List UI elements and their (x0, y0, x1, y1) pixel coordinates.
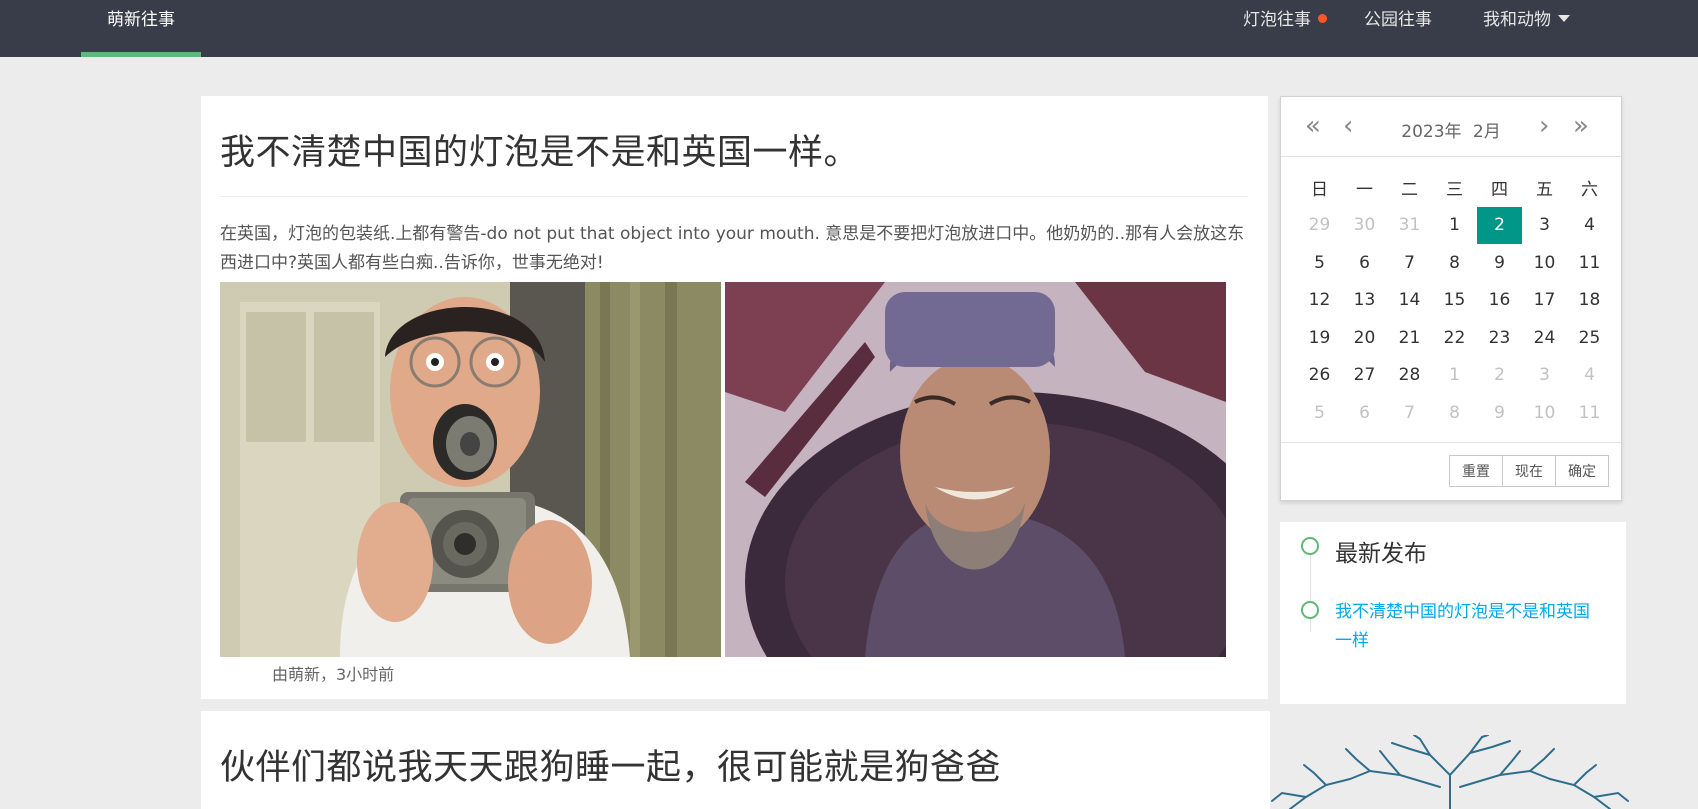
calendar-day[interactable]: 15 (1432, 282, 1477, 319)
nav-item-label: 灯泡往事 (1243, 10, 1311, 30)
calendar-day[interactable]: 28 (1387, 357, 1432, 394)
weekday-label: 日 (1311, 180, 1328, 200)
calendar-day[interactable]: 12 (1297, 282, 1342, 319)
calendar-week-row: 19 20 21 22 23 24 25 (1297, 319, 1612, 357)
nav-brand[interactable]: 萌新往事 (81, 0, 201, 57)
calendar-day[interactable]: 17 (1522, 282, 1567, 319)
post-body: 在英国，灯泡的包装纸.上都有警告-do not put that object … (220, 224, 1245, 273)
calendar-week-row: 29 30 31 1 2 3 4 (1297, 206, 1612, 245)
calendar-day[interactable]: 8 (1432, 244, 1477, 281)
top-nav: 萌新往事 灯泡往事 公园往事 我和动物 (0, 0, 1698, 57)
nav-item-label: 我和动物 (1483, 10, 1551, 30)
calendar-day[interactable]: 10 (1522, 244, 1567, 281)
calendar-day[interactable]: 23 (1477, 319, 1522, 356)
weekday-header-row: 日 一 二 三 四 五 六 (1297, 169, 1612, 207)
reset-button[interactable]: 重置 (1449, 455, 1503, 487)
calendar-day[interactable]: 5 (1297, 394, 1342, 431)
timeline-line (1310, 552, 1311, 632)
weekday-label: 四 (1491, 180, 1508, 200)
nav-item-me-and-animals[interactable]: 我和动物 (1483, 0, 1570, 40)
post-card: 我不清楚中国的灯泡是不是和英国一样。 在英国，灯泡的包装纸.上都有警告-do n… (201, 96, 1268, 699)
post-photo-man-with-camera (220, 282, 721, 657)
latest-post-link[interactable]: 我不清楚中国的灯泡是不是和英国一样 (1335, 598, 1605, 656)
next-year-icon[interactable]: » (1573, 111, 1589, 141)
calendar-day[interactable]: 11 (1567, 244, 1612, 281)
calendar-day[interactable]: 4 (1567, 207, 1612, 244)
calendar-day[interactable]: 1 (1432, 357, 1477, 394)
post-title[interactable]: 我不清楚中国的灯泡是不是和英国一样。 (220, 124, 859, 175)
timeline-circle-icon (1301, 601, 1319, 619)
date-picker-footer: 重置 现在 确定 (1281, 442, 1621, 501)
post-meta: 由萌新，3小时前 (272, 665, 395, 684)
date-picker: « ‹ 2023年 2月 › » 日 一 二 三 四 五 六 29 30 31 … (1280, 96, 1622, 501)
month-select[interactable]: 2月 (1473, 122, 1501, 142)
calendar-day[interactable]: 18 (1567, 282, 1612, 319)
calendar-day[interactable]: 11 (1567, 394, 1612, 431)
post-card: 伙伴们都说我天天跟狗睡一起，很可能就是狗爸爸 (201, 711, 1270, 809)
now-button[interactable]: 现在 (1502, 455, 1556, 487)
date-picker-header: « ‹ 2023年 2月 › » (1281, 97, 1621, 157)
latest-posts-title: 最新发布 (1335, 541, 1427, 567)
calendar-day[interactable]: 19 (1297, 319, 1342, 356)
calendar-day[interactable]: 14 (1387, 282, 1432, 319)
caret-down-icon (1558, 14, 1570, 22)
calendar-day[interactable]: 27 (1342, 357, 1387, 394)
notification-dot-icon (1318, 13, 1327, 23)
tree-illustration (1270, 734, 1630, 809)
post-photo-laughing-man (725, 282, 1226, 657)
calendar-day[interactable]: 22 (1432, 319, 1477, 356)
weekday-label: 二 (1401, 180, 1418, 200)
calendar-day[interactable]: 4 (1567, 357, 1612, 394)
calendar-day[interactable]: 7 (1387, 244, 1432, 281)
calendar-day[interactable]: 10 (1522, 394, 1567, 431)
weekday-label: 三 (1446, 180, 1463, 200)
calendar-day[interactable]: 7 (1387, 394, 1432, 431)
calendar-day[interactable]: 31 (1387, 207, 1432, 244)
weekday-label: 一 (1356, 180, 1373, 200)
year-month-label: 2023年 2月 (1281, 117, 1621, 142)
calendar-day[interactable]: 9 (1477, 244, 1522, 281)
post-title[interactable]: 伙伴们都说我天天跟狗睡一起，很可能就是狗爸爸 (220, 739, 1001, 790)
calendar-day[interactable]: 6 (1342, 394, 1387, 431)
weekday-label: 五 (1536, 180, 1553, 200)
nav-item-bulb-stories[interactable]: 灯泡往事 (1243, 0, 1327, 40)
confirm-button[interactable]: 确定 (1555, 455, 1609, 487)
weekday-label: 六 (1581, 180, 1598, 200)
calendar-day[interactable]: 6 (1342, 244, 1387, 281)
calendar-week-row: 12 13 14 15 16 17 18 (1297, 282, 1612, 320)
calendar-day[interactable]: 24 (1522, 319, 1567, 356)
calendar-grid: 日 一 二 三 四 五 六 29 30 31 1 2 3 4 5 6 7 8 9… (1297, 169, 1612, 432)
latest-posts-panel: 最新发布 我不清楚中国的灯泡是不是和英国一样 (1280, 522, 1626, 704)
calendar-day[interactable]: 3 (1522, 357, 1567, 394)
nav-item-label: 公园往事 (1364, 10, 1432, 30)
calendar-day[interactable]: 2 (1477, 357, 1522, 394)
calendar-day[interactable]: 26 (1297, 357, 1342, 394)
calendar-day[interactable]: 16 (1477, 282, 1522, 319)
calendar-day[interactable]: 30 (1342, 207, 1387, 244)
calendar-day-selected[interactable]: 2 (1477, 206, 1522, 244)
calendar-day[interactable]: 29 (1297, 207, 1342, 244)
date-picker-actions: 重置 现在 确定 (1449, 455, 1609, 487)
calendar-day[interactable]: 3 (1522, 207, 1567, 244)
calendar-day[interactable]: 21 (1387, 319, 1432, 356)
timeline-circle-icon (1301, 537, 1319, 555)
divider (220, 196, 1248, 197)
calendar-day[interactable]: 1 (1432, 207, 1477, 244)
next-month-icon[interactable]: › (1539, 111, 1549, 141)
calendar-day[interactable]: 9 (1477, 394, 1522, 431)
calendar-week-row: 5 6 7 8 9 10 11 (1297, 244, 1612, 282)
calendar-week-row: 5 6 7 8 9 10 11 (1297, 394, 1612, 432)
nav-item-park-stories[interactable]: 公园往事 (1364, 0, 1432, 40)
year-select[interactable]: 2023年 (1401, 122, 1461, 142)
calendar-day[interactable]: 25 (1567, 319, 1612, 356)
nav-active-indicator (81, 52, 201, 57)
calendar-day[interactable]: 8 (1432, 394, 1477, 431)
calendar-week-row: 26 27 28 1 2 3 4 (1297, 357, 1612, 395)
calendar-day[interactable]: 5 (1297, 244, 1342, 281)
calendar-day[interactable]: 13 (1342, 282, 1387, 319)
calendar-day[interactable]: 20 (1342, 319, 1387, 356)
